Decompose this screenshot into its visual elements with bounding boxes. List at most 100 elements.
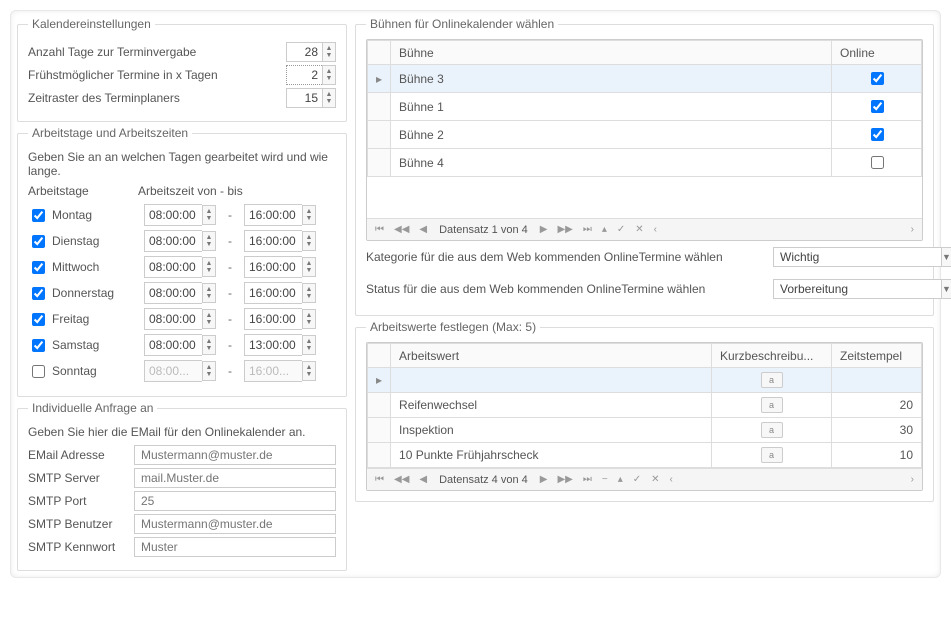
raster-input[interactable] [286,88,322,108]
time-to-input[interactable] [244,334,302,356]
day-checkbox[interactable]: Freitag [28,310,138,329]
time-to-input[interactable] [244,282,302,304]
time-to[interactable]: ▲▼ [244,308,316,330]
nav-more-icon[interactable]: ‹ [668,474,675,485]
time-to-input[interactable] [244,256,302,278]
time-from-input[interactable] [144,256,202,278]
table-row[interactable]: ▸a [368,368,922,393]
earliest-input[interactable] [286,65,322,85]
category-combo[interactable]: ▼ [773,247,923,267]
spinner-arrows-icon[interactable]: ▲▼ [202,309,216,329]
nav-minus-icon[interactable]: − [600,474,610,485]
time-from[interactable]: ▲▼ [144,204,216,226]
spinner-arrows-icon[interactable]: ▲▼ [322,65,336,85]
day-checkbox[interactable]: Donnerstag [28,284,138,303]
stage-name-cell[interactable]: Bühne 3 [391,65,832,93]
inquiry-input[interactable] [134,468,336,488]
nav-first-icon[interactable]: ⏮ [373,474,386,485]
stages-grid[interactable]: Bühne Online ▸Bühne 3Bühne 1Bühne 2Bühne… [366,39,923,241]
nav-scroll-right-icon[interactable]: › [909,224,916,235]
day-checkbox[interactable]: Samstag [28,336,138,355]
kurz-button-icon[interactable]: a [761,372,783,388]
col-kurz-header[interactable]: Kurzbeschreibu... [712,344,832,368]
days-spinner[interactable]: ▲▼ [286,42,336,62]
day-checkbox[interactable]: Sonntag [28,362,138,381]
nav-next-icon[interactable]: ▶ [538,224,550,235]
day-checkbox[interactable]: Mittwoch [28,258,138,277]
table-row[interactable]: Bühne 4 [368,149,922,177]
inquiry-input[interactable] [134,514,336,534]
arbeitswert-name-cell[interactable] [391,368,712,393]
spinner-arrows-icon[interactable]: ▲▼ [202,283,216,303]
dropdown-icon[interactable]: ▼ [941,279,951,299]
zeitstempel-cell[interactable] [832,368,922,393]
nav-prevpage-icon[interactable]: ◀◀ [392,224,411,235]
time-from-input[interactable] [144,204,202,226]
table-row[interactable]: Bühne 1 [368,93,922,121]
nav-prevpage-icon[interactable]: ◀◀ [392,474,411,485]
nav-cancel-icon[interactable]: ✕ [649,474,661,485]
kurz-cell[interactable]: a [712,443,832,468]
kurz-button-icon[interactable]: a [761,397,783,413]
arbeitswert-name-cell[interactable]: 10 Punkte Frühjahrscheck [391,443,712,468]
nav-first-icon[interactable]: ⏮ [373,224,386,235]
arbeitswerte-navigator[interactable]: ⏮ ◀◀ ◀ Datensatz 4 von 4 ▶ ▶▶ ⏭ − ▴ ✓ ✕ … [367,468,922,490]
day-checkbox-input[interactable] [32,235,45,248]
nav-expand-icon[interactable]: ▴ [616,474,625,485]
spinner-arrows-icon[interactable]: ▲▼ [202,257,216,277]
stage-online-cell[interactable] [832,93,922,121]
kurz-cell[interactable]: a [712,368,832,393]
col-stage-header[interactable]: Bühne [391,41,832,65]
nav-check-icon[interactable]: ✓ [631,474,643,485]
inquiry-input[interactable] [134,537,336,557]
table-row[interactable]: Bühne 2 [368,121,922,149]
stages-navigator[interactable]: ⏮ ◀◀ ◀ Datensatz 1 von 4 ▶ ▶▶ ⏭ ▴ ✓ ✕ ‹ … [367,218,922,240]
stage-online-cell[interactable] [832,121,922,149]
kurz-button-icon[interactable]: a [761,422,783,438]
time-to[interactable]: ▲▼ [244,204,316,226]
online-checkbox[interactable] [871,128,884,141]
spinner-arrows-icon[interactable]: ▲▼ [202,335,216,355]
arbeitswerte-grid[interactable]: Arbeitswert Kurzbeschreibu... Zeitstempe… [366,342,923,491]
stage-online-cell[interactable] [832,149,922,177]
nav-prev-icon[interactable]: ◀ [417,224,429,235]
time-to[interactable]: ▲▼ [244,282,316,304]
status-combo[interactable]: ▼ [773,279,923,299]
online-checkbox[interactable] [871,156,884,169]
stage-name-cell[interactable]: Bühne 2 [391,121,832,149]
days-input[interactable] [286,42,322,62]
arbeitswert-name-cell[interactable]: Reifenwechsel [391,393,712,418]
inquiry-input[interactable] [134,445,336,465]
spinner-arrows-icon[interactable]: ▲▼ [322,42,336,62]
col-online-header[interactable]: Online [832,41,922,65]
day-checkbox[interactable]: Montag [28,206,138,225]
time-from[interactable]: ▲▼ [144,334,216,356]
nav-check-icon[interactable]: ✓ [615,224,627,235]
zeitstempel-cell[interactable]: 20 [832,393,922,418]
spinner-arrows-icon[interactable]: ▲▼ [302,231,316,251]
online-checkbox[interactable] [871,72,884,85]
time-from[interactable]: ▲▼ [144,256,216,278]
time-to-input[interactable] [244,308,302,330]
category-input[interactable] [773,247,941,267]
table-row[interactable]: Reifenwechsel a 20 [368,393,922,418]
time-from-input[interactable] [144,230,202,252]
day-checkbox-input[interactable] [32,287,45,300]
nav-more-icon[interactable]: ‹ [652,224,659,235]
arbeitswert-name-cell[interactable]: Inspektion [391,418,712,443]
spinner-arrows-icon[interactable]: ▲▼ [302,205,316,225]
time-from[interactable]: ▲▼ [144,230,216,252]
day-checkbox-input[interactable] [32,339,45,352]
raster-spinner[interactable]: ▲▼ [286,88,336,108]
kurz-cell[interactable]: a [712,393,832,418]
table-row[interactable]: 10 Punkte Frühjahrschecka10 [368,443,922,468]
spinner-arrows-icon[interactable]: ▲▼ [202,205,216,225]
nav-last-icon[interactable]: ⏭ [581,224,594,235]
nav-nextpage-icon[interactable]: ▶▶ [555,224,574,235]
table-row[interactable]: Inspektiona30 [368,418,922,443]
time-to-input[interactable] [244,230,302,252]
nav-cancel-icon[interactable]: ✕ [633,224,645,235]
day-checkbox-input[interactable] [32,313,45,326]
day-checkbox[interactable]: Dienstag [28,232,138,251]
day-checkbox-input[interactable] [32,261,45,274]
